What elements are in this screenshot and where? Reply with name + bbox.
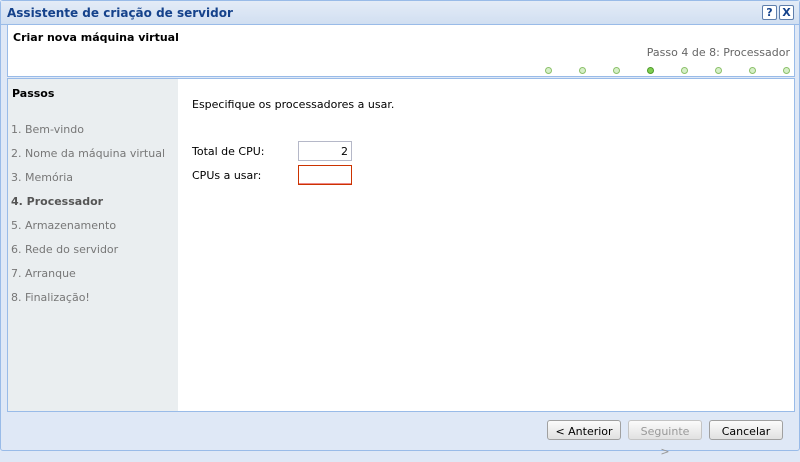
- sidebar-item-storage: 5. Armazenamento: [11, 219, 117, 232]
- total-cpu-label: Total de CPU:: [192, 145, 265, 158]
- cpus-to-use-field[interactable]: [298, 165, 352, 185]
- step-dot: [749, 67, 756, 74]
- step-progress: [8, 67, 794, 75]
- step-dot: [783, 67, 790, 74]
- sidebar-item-boot: 7. Arranque: [11, 267, 76, 280]
- steps-title: Passos: [12, 87, 55, 100]
- wizard-window: Assistente de criação de servidor ? X Cr…: [0, 0, 800, 458]
- instruction-text: Especifique os processadores a usar.: [192, 98, 395, 111]
- window-title: Assistente de criação de servidor: [7, 6, 233, 20]
- back-button[interactable]: < Anterior: [547, 420, 621, 440]
- wizard-body: Passos 1. Bem-vindo 2. Nome da máquina v…: [7, 78, 795, 412]
- sidebar-item-welcome: 1. Bem-vindo: [11, 123, 84, 136]
- processor-form: Especifique os processadores a usar. Tot…: [178, 79, 794, 411]
- sidebar-item-finish: 8. Finalização!: [11, 291, 90, 304]
- wizard-header: Criar nova máquina virtual Passo 4 de 8:…: [7, 25, 795, 77]
- step-caption: Passo 4 de 8: Processador: [646, 46, 790, 59]
- wizard-heading: Criar nova máquina virtual: [13, 31, 179, 44]
- sidebar-item-network: 6. Rede do servidor: [11, 243, 119, 256]
- sidebar-item-memory: 3. Memória: [11, 171, 74, 184]
- sidebar-item-processor: 4. Processador: [11, 195, 104, 208]
- step-dot: [545, 67, 552, 74]
- step-dot: [579, 67, 586, 74]
- next-button[interactable]: Seguinte >: [628, 420, 702, 458]
- close-icon[interactable]: X: [779, 5, 794, 20]
- sidebar-item-vm-name: 2. Nome da máquina virtual: [11, 147, 165, 160]
- steps-sidebar: Passos 1. Bem-vindo 2. Nome da máquina v…: [8, 79, 178, 411]
- cpus-to-use-label: CPUs a usar:: [192, 169, 262, 182]
- step-dot: [715, 67, 722, 74]
- step-dot-current: [647, 67, 654, 74]
- step-dot: [613, 67, 620, 74]
- step-dot: [681, 67, 688, 74]
- total-cpu-field[interactable]: [298, 141, 352, 161]
- window-titlebar[interactable]: Assistente de criação de servidor ? X: [1, 1, 799, 25]
- cancel-button[interactable]: Cancelar: [709, 420, 783, 440]
- help-icon[interactable]: ?: [762, 5, 777, 20]
